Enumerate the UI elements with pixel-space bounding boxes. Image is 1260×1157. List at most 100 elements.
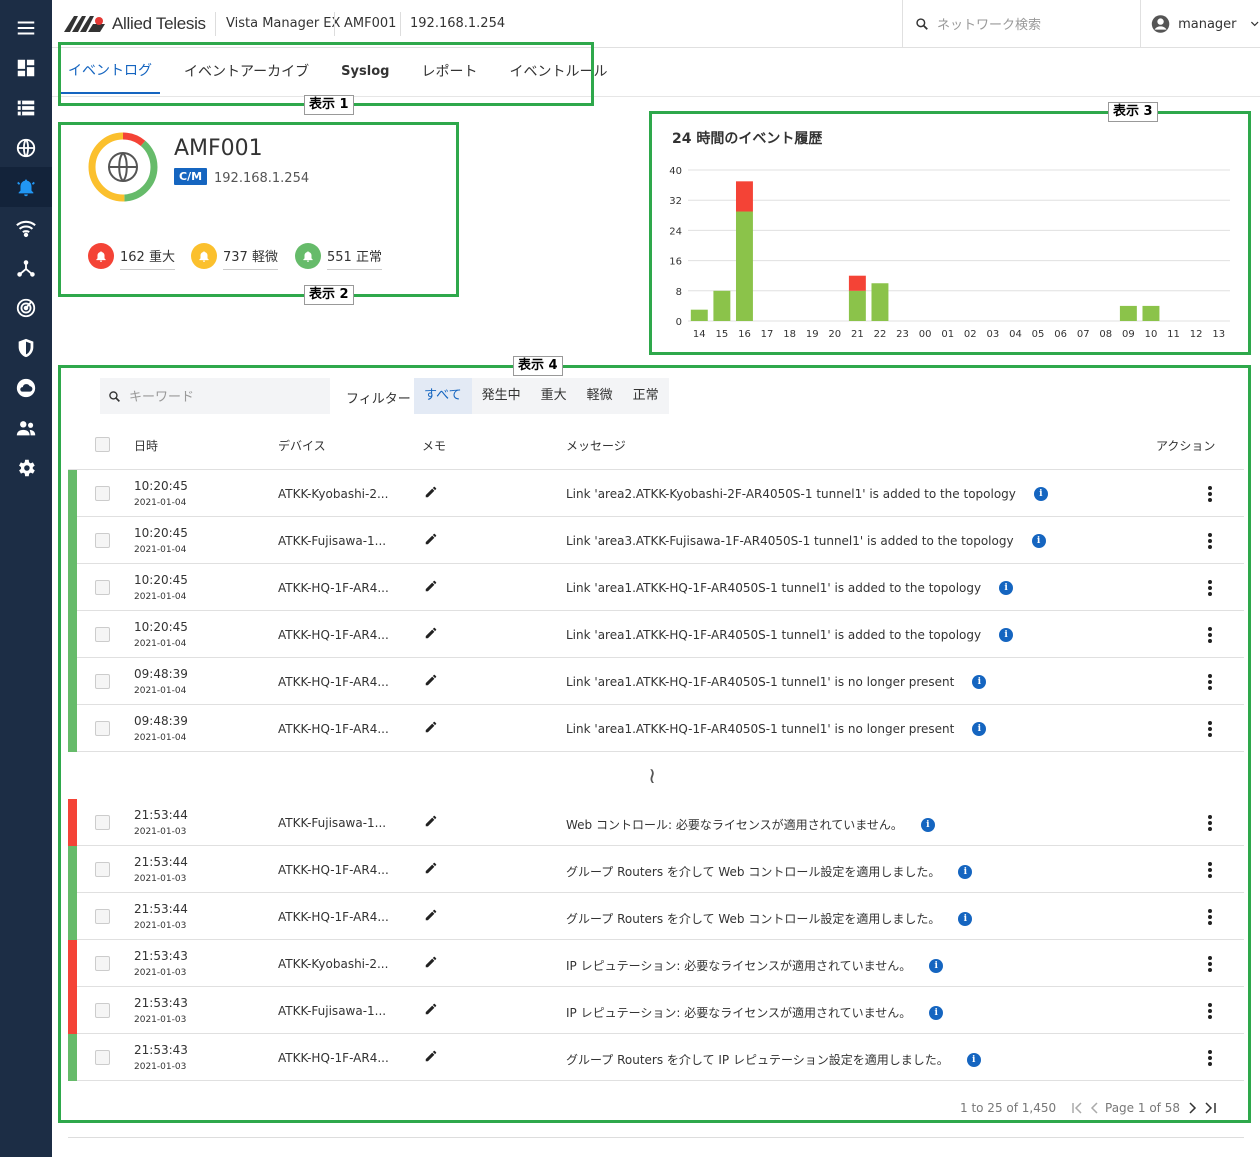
info-icon[interactable]: i [920,817,935,832]
edit-memo-icon[interactable] [424,1049,438,1063]
dashboard-icon[interactable] [0,48,52,88]
row-device[interactable]: ATKK-Fujisawa-1... [278,1004,386,1018]
list-icon[interactable] [0,88,52,128]
edit-memo-icon[interactable] [424,814,438,828]
table-row[interactable]: 21:53:43 2021-01-03 ATKK-HQ-1F-AR4... グループ … [68,1034,1244,1081]
table-row[interactable]: 21:53:43 2021-01-03 ATKK-Fujisawa-1... IP レ… [68,987,1244,1034]
settings-icon[interactable] [0,448,52,488]
col-datetime[interactable]: 日時 [134,437,158,454]
table-row[interactable]: 10:20:45 2021-01-04 ATKK-HQ-1F-AR4... Link … [68,564,1244,611]
row-checkbox[interactable] [95,627,110,642]
tab-syslog[interactable]: Syslog [333,48,397,94]
row-device[interactable]: ATKK-Fujisawa-1... [278,534,386,548]
table-row[interactable]: 10:20:45 2021-01-04 ATKK-Kyobashi-2... Link… [68,470,1244,517]
info-icon[interactable]: i [929,1005,944,1020]
row-checkbox[interactable] [95,956,110,971]
more-vert-icon[interactable] [1202,1001,1218,1021]
info-icon[interactable]: i [972,722,987,736]
row-device[interactable]: ATKK-Fujisawa-1... [278,816,386,830]
filter-all[interactable]: すべて [414,378,472,414]
filter-critical[interactable]: 重大 [531,378,577,414]
next-page-icon[interactable] [1188,1102,1218,1114]
table-row[interactable]: 10:20:45 2021-01-04 ATKK-HQ-1F-AR4... Link … [68,611,1244,658]
tab-event-log[interactable]: イベントログ [60,48,160,94]
edit-memo-icon[interactable] [424,955,438,969]
row-device[interactable]: ATKK-Kyobashi-2... [278,957,388,971]
row-device[interactable]: ATKK-HQ-1F-AR4... [278,722,389,736]
stat-critical[interactable]: 162 重大 [88,242,175,270]
tab-event-archive[interactable]: イベントアーカイブ [176,48,317,94]
wifi-icon[interactable] [0,208,52,248]
info-icon[interactable]: i [1031,534,1046,548]
edit-memo-icon[interactable] [424,861,438,875]
tab-report[interactable]: レポート [413,48,485,94]
row-checkbox[interactable] [95,862,110,877]
edit-memo-icon[interactable] [424,532,438,546]
globe-icon[interactable] [0,128,52,168]
more-vert-icon[interactable] [1202,531,1218,551]
row-device[interactable]: ATKK-HQ-1F-AR4... [278,910,389,924]
select-all-checkbox[interactable] [95,437,110,452]
row-device[interactable]: ATKK-HQ-1F-AR4... [278,1051,389,1065]
cloud-icon[interactable] [0,368,52,408]
topology-icon[interactable] [0,248,52,288]
edit-memo-icon[interactable] [424,720,438,734]
table-row[interactable]: 21:53:43 2021-01-03 ATKK-Kyobashi-2... IP レ… [68,940,1244,987]
row-checkbox[interactable] [95,1050,110,1065]
edit-memo-icon[interactable] [424,908,438,922]
row-checkbox[interactable] [95,533,110,548]
info-icon[interactable]: i [966,1052,981,1067]
filter-normal[interactable]: 正常 [623,378,669,414]
keyword-input[interactable] [129,388,319,404]
info-icon[interactable]: i [999,581,1014,595]
more-vert-icon[interactable] [1202,625,1218,645]
filter-active[interactable]: 発生中 [472,378,531,414]
users-icon[interactable] [0,408,52,448]
info-icon[interactable]: i [972,675,987,689]
more-vert-icon[interactable] [1202,813,1218,833]
more-vert-icon[interactable] [1202,578,1218,598]
user-menu[interactable]: manager [1140,0,1260,48]
row-checkbox[interactable] [95,909,110,924]
row-device[interactable]: ATKK-HQ-1F-AR4... [278,581,389,595]
table-row[interactable]: 09:48:39 2021-01-04 ATKK-HQ-1F-AR4... Link … [68,658,1244,705]
bell-icon[interactable] [0,167,52,207]
menu-icon[interactable] [0,8,52,48]
edit-memo-icon[interactable] [424,673,438,687]
keyword-search[interactable] [100,378,330,414]
row-device[interactable]: ATKK-HQ-1F-AR4... [278,628,389,642]
more-vert-icon[interactable] [1202,860,1218,880]
more-vert-icon[interactable] [1202,954,1218,974]
stat-normal[interactable]: 551 正常 [295,242,382,270]
edit-memo-icon[interactable] [424,626,438,640]
table-row[interactable]: 21:53:44 2021-01-03 ATKK-HQ-1F-AR4... グループ … [68,893,1244,940]
row-device[interactable]: ATKK-Kyobashi-2... [278,487,388,501]
radar-icon[interactable] [0,288,52,328]
info-icon[interactable]: i [929,958,944,973]
row-checkbox[interactable] [95,1003,110,1018]
first-page-icon[interactable] [1072,1102,1100,1114]
more-vert-icon[interactable] [1202,907,1218,927]
edit-memo-icon[interactable] [424,579,438,593]
edit-memo-icon[interactable] [424,1002,438,1016]
header-device-name[interactable]: AMF001 [344,16,396,31]
row-checkbox[interactable] [95,674,110,689]
table-row[interactable]: 21:53:44 2021-01-03 ATKK-HQ-1F-AR4... グループ … [68,846,1244,893]
network-search-input[interactable] [937,16,1127,32]
row-checkbox[interactable] [95,486,110,501]
more-vert-icon[interactable] [1202,484,1218,504]
row-checkbox[interactable] [95,580,110,595]
row-device[interactable]: ATKK-HQ-1F-AR4... [278,675,389,689]
network-search[interactable] [902,0,1140,48]
edit-memo-icon[interactable] [424,485,438,499]
table-row[interactable]: 09:48:39 2021-01-04 ATKK-HQ-1F-AR4... Link … [68,705,1244,752]
col-device[interactable]: デバイス [278,437,326,454]
more-vert-icon[interactable] [1202,719,1218,739]
stat-minor[interactable]: 737 軽微 [191,242,278,270]
row-checkbox[interactable] [95,815,110,830]
info-icon[interactable]: i [958,911,973,926]
more-vert-icon[interactable] [1202,672,1218,692]
more-vert-icon[interactable] [1202,1048,1218,1068]
table-row[interactable]: 21:53:44 2021-01-03 ATKK-Fujisawa-1... Web … [68,799,1244,846]
filter-minor[interactable]: 軽微 [577,378,623,414]
